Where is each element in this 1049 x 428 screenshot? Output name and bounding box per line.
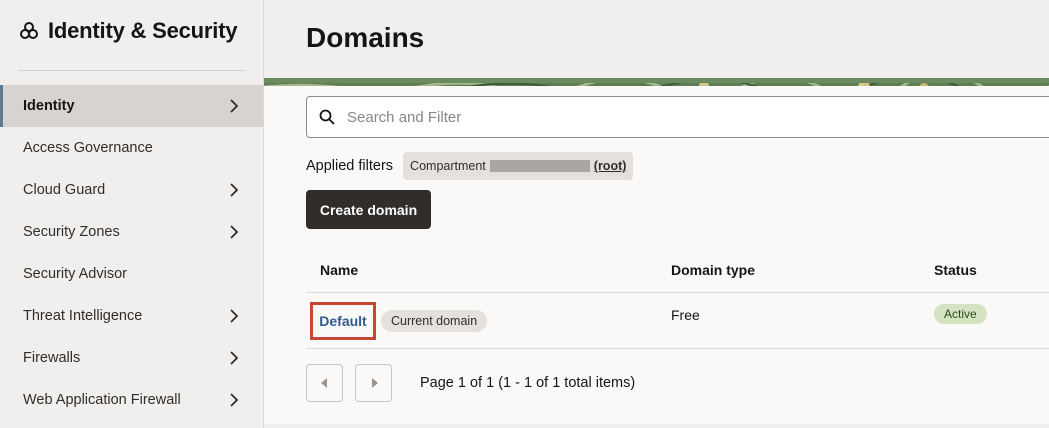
column-header-status[interactable]: Status: [934, 262, 977, 278]
search-box[interactable]: [306, 96, 1049, 138]
page-title: Domains: [306, 22, 425, 53]
sidebar: Identity & Security Identity Access Gove…: [0, 0, 264, 428]
chevron-right-icon: [230, 225, 239, 239]
applied-filters: Applied filters Compartment (root): [306, 152, 634, 180]
sidebar-item-web-application-firewall[interactable]: Web Application Firewall: [0, 379, 263, 421]
pagination: Page 1 of 1 (1 - 1 of 1 total items): [306, 364, 635, 402]
redacted-compartment: [489, 160, 590, 172]
sidebar-item-label: Security Zones: [23, 224, 120, 240]
sidebar-item-firewalls[interactable]: Firewalls: [0, 337, 263, 379]
sidebar-item-identity[interactable]: Identity: [0, 85, 263, 127]
sidebar-item-cloud-guard[interactable]: Cloud Guard: [0, 169, 263, 211]
create-domain-button[interactable]: Create domain: [306, 190, 431, 229]
main-content: Domains Applied filters Compartment (roo…: [264, 0, 1049, 428]
sidebar-item-label: Cloud Guard: [23, 182, 106, 198]
sidebar-item-label: Access Governance: [23, 140, 153, 156]
sidebar-item-label: Identity: [23, 98, 75, 114]
sidebar-item-threat-intelligence[interactable]: Threat Intelligence: [0, 295, 263, 337]
sidebar-divider: [18, 70, 245, 71]
applied-filters-label: Applied filters: [306, 158, 394, 174]
compartment-link[interactable]: (root): [594, 159, 627, 173]
caret-right-icon: [371, 378, 378, 388]
chevron-right-icon: [230, 309, 239, 323]
column-header-name[interactable]: Name: [320, 262, 358, 278]
sidebar-item-security-advisor[interactable]: Security Advisor: [0, 253, 263, 295]
sidebar-header: Identity & Security: [18, 18, 238, 44]
search-icon: [319, 109, 335, 125]
domain-type-cell: Free: [671, 307, 700, 323]
chip-prefix: Compartment: [410, 159, 486, 173]
sidebar-item-label: Web Application Firewall: [23, 392, 181, 408]
chevron-right-icon: [230, 393, 239, 407]
current-domain-badge: Current domain: [381, 310, 488, 332]
sidebar-title: Identity & Security: [48, 18, 238, 43]
chevron-right-icon: [230, 99, 239, 113]
sidebar-item-label: Firewalls: [23, 350, 81, 366]
sidebar-nav: Identity Access Governance Cloud Guard S…: [0, 85, 263, 421]
chevron-right-icon: [230, 351, 239, 365]
identity-security-icon: [18, 20, 40, 42]
content-panel: Applied filters Compartment (root) Creat…: [264, 86, 1049, 424]
sidebar-item-security-zones[interactable]: Security Zones: [0, 211, 263, 253]
sidebar-item-label: Security Advisor: [23, 266, 127, 282]
domain-name-link[interactable]: Default: [310, 302, 376, 340]
column-header-domain-type[interactable]: Domain type: [671, 262, 755, 278]
compartment-filter-chip[interactable]: Compartment (root): [403, 152, 634, 180]
previous-page-button[interactable]: [306, 364, 343, 402]
decorative-banner: [264, 78, 1049, 86]
pagination-info: Page 1 of 1 (1 - 1 of 1 total items): [420, 375, 636, 391]
caret-left-icon: [320, 378, 327, 388]
domains-table: Name Domain type Status Default Current …: [306, 248, 1049, 349]
table-row: Default Current domain Free Active: [306, 293, 1049, 349]
next-page-button[interactable]: [355, 364, 392, 402]
status-badge: Active: [934, 304, 987, 324]
table-header: Name Domain type Status: [306, 248, 1049, 293]
sidebar-item-label: Threat Intelligence: [23, 308, 143, 324]
sidebar-item-access-governance[interactable]: Access Governance: [0, 127, 263, 169]
chevron-right-icon: [230, 183, 239, 197]
search-input[interactable]: [347, 108, 947, 126]
